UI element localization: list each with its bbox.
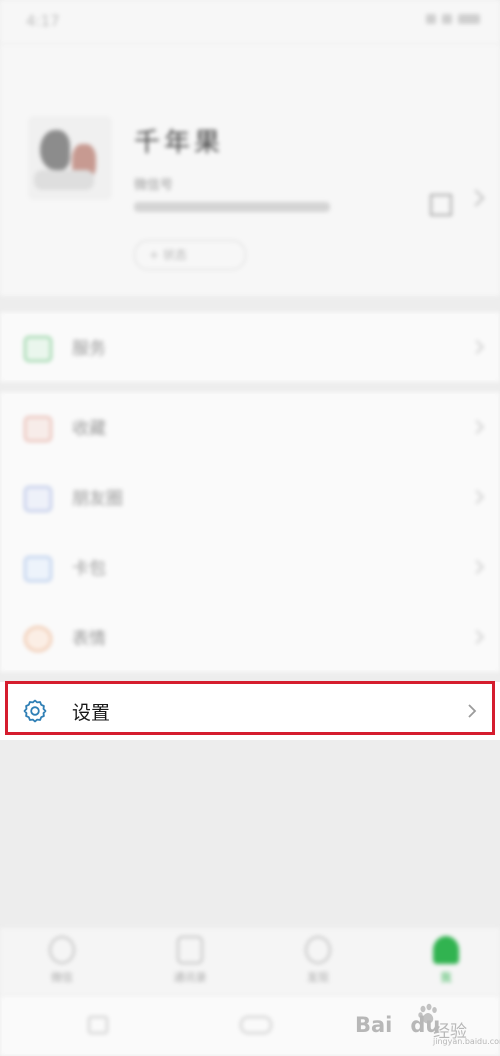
favorites-icon [24,416,52,442]
chevron-right-icon [469,629,485,645]
cards-icon [24,556,52,582]
wechat-id-label: 微信号 [134,178,174,193]
menu-item-favorites[interactable]: 收藏 [0,392,500,462]
tab-contacts[interactable]: 通讯录 [160,936,220,985]
menu-item-label: 收藏 [72,419,106,439]
chat-icon [49,936,75,964]
discover-icon [305,936,331,964]
menu-item-label: 表情 [72,629,106,649]
wechat-id-value [134,202,330,212]
highlight-box [5,681,495,735]
home-nav-button[interactable] [240,1016,272,1034]
battery-icon [458,14,480,24]
baidu-jingyan-watermark: Bai du 经验 jingyan.baidu.com [355,1003,500,1046]
status-bar: 4:17 [0,0,500,44]
tab-bar: 微信 通讯录 发现 我 [0,928,500,996]
me-icon [433,936,459,964]
chevron-right-icon [469,489,485,505]
tab-me[interactable]: 我 [416,936,476,985]
profile-nickname: 千年果 [134,128,225,158]
menu-item-label: 卡包 [72,559,106,579]
menu-item-label: 服务 [72,339,106,359]
profile-header[interactable]: 千年果 微信号 + 状态 [0,44,500,296]
menu-group-pay: 服务 [0,312,500,382]
tab-discover[interactable]: 发现 [288,936,348,985]
menu-item-moments[interactable]: 朋友圈 [0,462,500,532]
status-button[interactable]: + 状态 [134,240,246,270]
status-icons [426,14,480,24]
watermark-url: jingyan.baidu.com [433,1037,500,1046]
signal-icon [426,14,436,24]
menu-nav-button[interactable] [88,1016,108,1034]
emoji-icon [24,626,52,652]
menu-item-pay[interactable]: 服务 [0,312,500,382]
avatar[interactable] [28,116,112,200]
contacts-icon [177,936,203,964]
qr-code-icon[interactable] [430,194,452,216]
chevron-right-icon [467,189,485,207]
chevron-right-icon [469,339,485,355]
menu-item-emoji[interactable]: 表情 [0,602,500,672]
wifi-icon [442,14,452,24]
chevron-right-icon [469,559,485,575]
status-time: 4:17 [26,12,60,30]
chevron-right-icon [469,419,485,435]
menu-item-cards[interactable]: 卡包 [0,532,500,602]
menu-item-label: 朋友圈 [72,489,123,509]
pay-icon [24,336,52,362]
tab-chats[interactable]: 微信 [32,936,92,985]
menu-group-main: 收藏 朋友圈 卡包 表情 [0,392,500,672]
moments-icon [24,486,52,512]
watermark-brand: Bai du [355,1013,441,1037]
